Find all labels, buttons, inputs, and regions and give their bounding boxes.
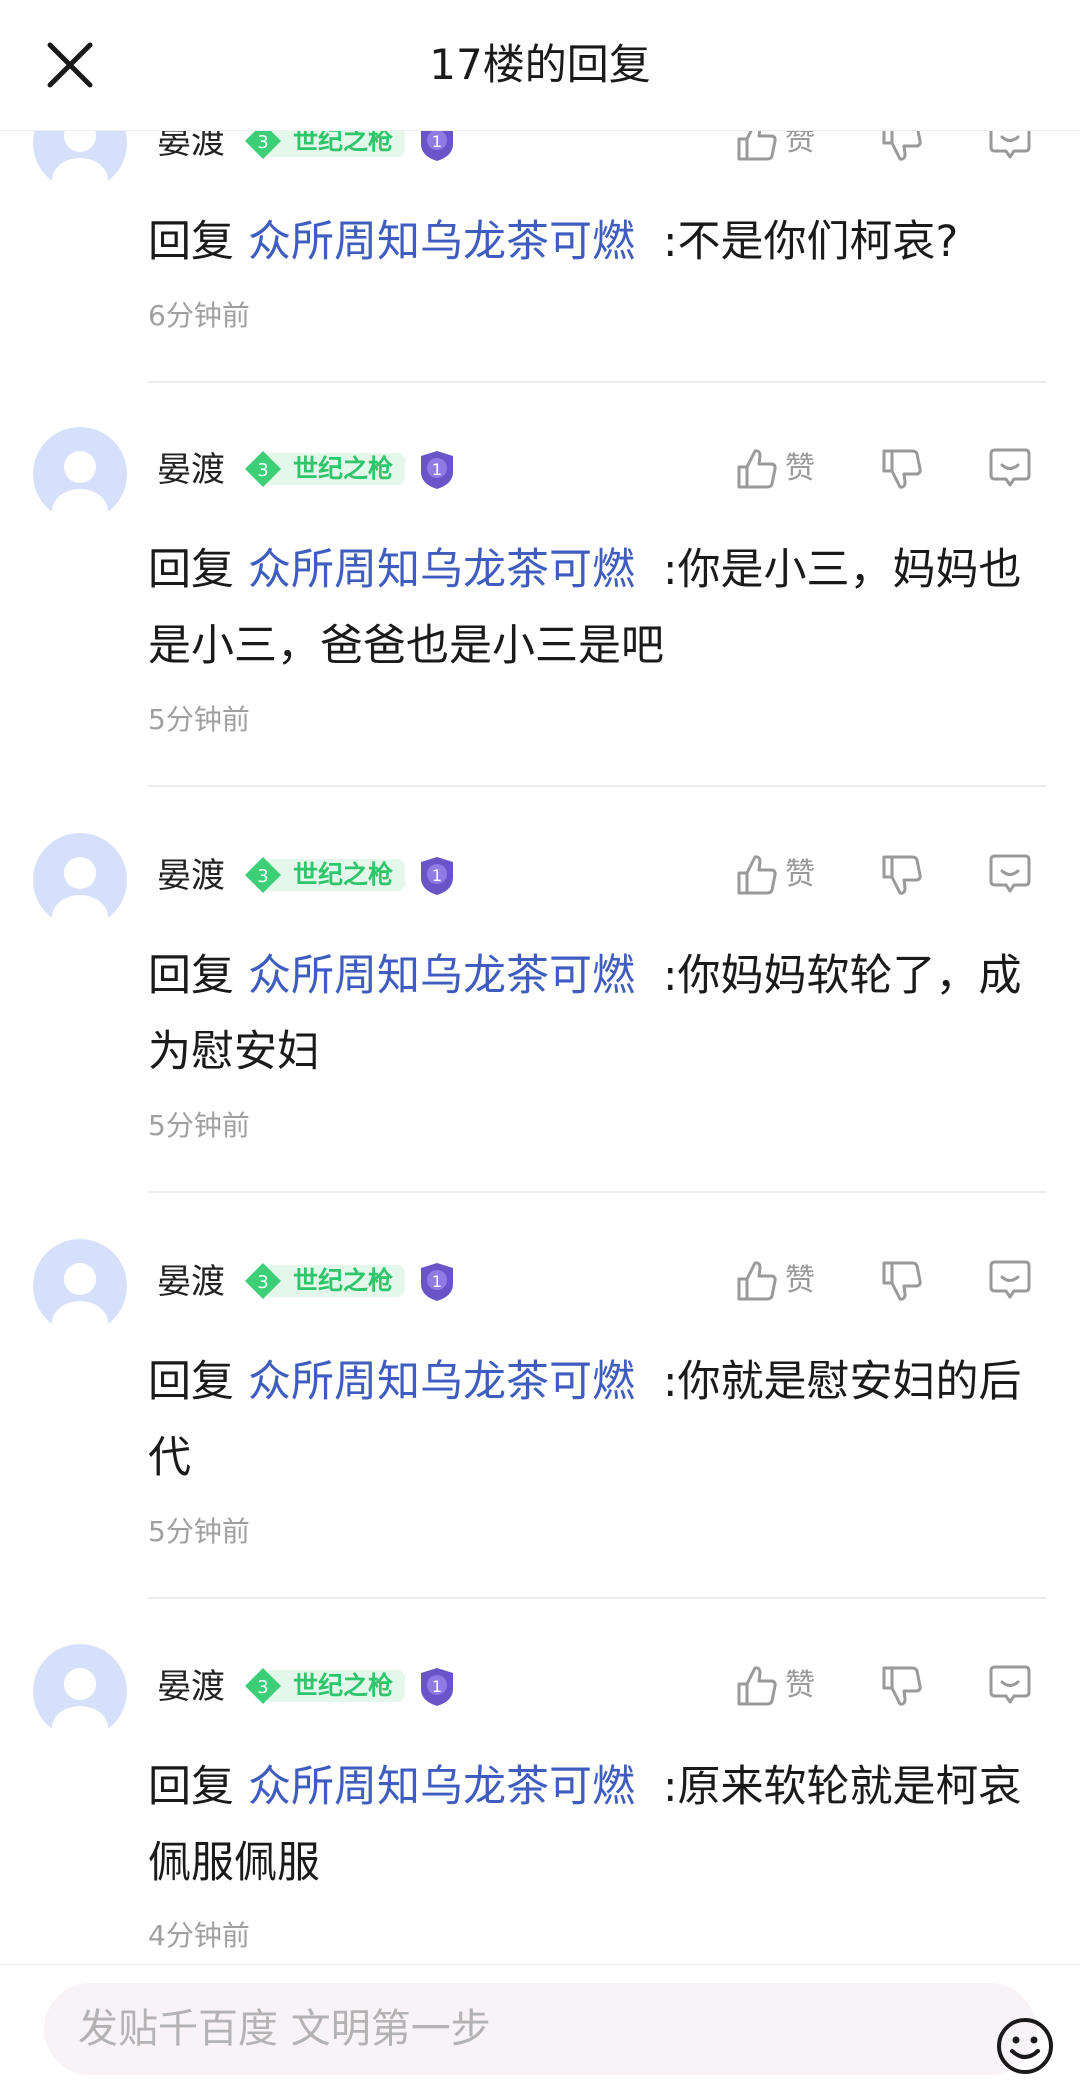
badge-text: 世纪之枪 xyxy=(293,1671,394,1700)
input-placeholder: 发贴千百度 文明第一步 xyxy=(78,2006,491,2052)
like-label: 赞 xyxy=(785,1263,815,1298)
thumbs-down-icon xyxy=(882,1666,922,1706)
timestamp: 5分钟前 xyxy=(148,703,250,736)
reply-item: 晏渡 3 世纪之枪 1 赞 回复 众所周知乌龙茶可燃:你是小三，妈妈也是小三，爸爸… xyxy=(0,405,1080,790)
reply-content: 回复 众所周知乌龙茶可燃:原来软轮就是柯哀佩服佩服 xyxy=(148,1749,1048,1901)
gem-icon: 3 xyxy=(245,451,281,487)
dislike-button[interactable] xyxy=(880,1664,928,1714)
level-badge[interactable]: 3 世纪之枪 xyxy=(243,1263,405,1299)
gem-icon: 3 xyxy=(245,1263,281,1299)
reply-button[interactable] xyxy=(987,445,1037,495)
reply-target-user[interactable]: 众所周知乌龙茶可燃 xyxy=(248,951,635,1001)
reply-item: 晏渡 3 世纪之枪 1 赞 回复 众所周知乌龙茶可燃:原来软轮就是柯哀佩服佩服 4… xyxy=(0,1622,1080,1965)
comment-bubble-icon xyxy=(989,1260,1031,1299)
reply-input[interactable]: 发贴千百度 文明第一步 xyxy=(44,1983,1053,2075)
level-badge[interactable]: 3 世纪之枪 xyxy=(243,857,405,893)
thumbs-up-icon xyxy=(737,1261,777,1301)
smiley-icon xyxy=(997,2018,1053,2074)
svg-text:3: 3 xyxy=(257,866,268,887)
timestamp: 5分钟前 xyxy=(148,1109,250,1142)
timestamp: 4分钟前 xyxy=(148,1919,250,1952)
timestamp: 6分钟前 xyxy=(148,299,250,332)
svg-text:1: 1 xyxy=(432,1677,442,1696)
reply-body: :不是你们柯哀? xyxy=(663,217,959,267)
svg-text:1: 1 xyxy=(432,132,442,151)
thumbs-up-icon xyxy=(737,855,777,895)
reply-content: 回复 众所周知乌龙茶可燃:你就是慰安妇的后代 xyxy=(148,1344,1048,1496)
badge-text: 世纪之枪 xyxy=(293,454,394,483)
gem-icon: 3 xyxy=(245,857,281,893)
thumbs-down-icon xyxy=(882,855,922,895)
divider xyxy=(148,381,1046,383)
divider xyxy=(148,1597,1046,1599)
avatar[interactable] xyxy=(33,833,127,927)
like-button[interactable]: 赞 xyxy=(735,1257,825,1307)
like-label: 赞 xyxy=(785,451,815,486)
divider xyxy=(148,1191,1046,1193)
bottom-input-bar: 发贴千百度 文明第一步 xyxy=(0,1964,1080,2100)
dislike-button[interactable] xyxy=(880,1259,928,1309)
thumbs-up-icon xyxy=(737,1666,777,1706)
reply-prefix: 回复 xyxy=(148,1762,234,1812)
level-badge[interactable]: 3 世纪之枪 xyxy=(243,451,405,487)
comment-bubble-icon xyxy=(989,854,1031,893)
reply-target-user[interactable]: 众所周知乌龙茶可燃 xyxy=(248,545,635,595)
svg-text:3: 3 xyxy=(257,1677,268,1698)
comment-bubble-icon xyxy=(989,1665,1031,1704)
rank-shield-icon: 1 xyxy=(421,857,453,895)
svg-text:1: 1 xyxy=(432,1272,442,1291)
reply-button[interactable] xyxy=(987,1257,1037,1307)
reply-content: 回复 众所周知乌龙茶可燃:你是小三，妈妈也是小三，爸爸也是小三是吧 xyxy=(148,532,1048,684)
reply-prefix: 回复 xyxy=(148,951,234,1001)
like-button[interactable]: 赞 xyxy=(735,445,825,495)
svg-text:3: 3 xyxy=(257,1272,268,1293)
dislike-button[interactable] xyxy=(880,853,928,903)
like-button[interactable]: 赞 xyxy=(735,1662,825,1712)
avatar[interactable] xyxy=(33,1239,127,1333)
username[interactable]: 晏渡 xyxy=(157,1667,225,1707)
thumbs-down-icon xyxy=(882,1261,922,1301)
rank-shield-icon: 1 xyxy=(421,1668,453,1706)
username[interactable]: 晏渡 xyxy=(157,450,225,490)
rank-shield-icon: 1 xyxy=(421,1263,453,1301)
gem-icon: 3 xyxy=(245,1668,281,1704)
reply-list: 晏渡 3 世纪之枪 1 赞 回复 众所周知乌龙茶可燃:不是你们柯哀? 6分钟前 晏… xyxy=(0,0,1080,1965)
emoji-button[interactable] xyxy=(994,2015,1056,2077)
badge-text: 世纪之枪 xyxy=(293,860,394,889)
dislike-button[interactable] xyxy=(880,447,928,497)
rank-shield-icon: 1 xyxy=(421,451,453,489)
reply-prefix: 回复 xyxy=(148,217,234,267)
reply-target-user[interactable]: 众所周知乌龙茶可燃 xyxy=(248,1357,635,1407)
avatar[interactable] xyxy=(33,427,127,521)
reply-prefix: 回复 xyxy=(148,545,234,595)
reply-prefix: 回复 xyxy=(148,1357,234,1407)
reply-content: 回复 众所周知乌龙茶可燃:你妈妈软轮了，成为慰安妇 xyxy=(148,938,1048,1090)
reply-target-user[interactable]: 众所周知乌龙茶可燃 xyxy=(248,217,635,267)
page-title: 17楼的回复 xyxy=(429,40,651,89)
like-label: 赞 xyxy=(785,1668,815,1703)
thumbs-up-icon xyxy=(737,449,777,489)
thumbs-down-icon xyxy=(882,449,922,489)
reply-item: 晏渡 3 世纪之枪 1 赞 回复 众所周知乌龙茶可燃:你妈妈软轮了，成为慰安妇 5… xyxy=(0,811,1080,1196)
reply-button[interactable] xyxy=(987,1662,1037,1712)
username[interactable]: 晏渡 xyxy=(157,1262,225,1302)
divider xyxy=(148,785,1046,787)
badge-text: 世纪之枪 xyxy=(293,1266,394,1295)
svg-text:3: 3 xyxy=(257,460,268,481)
avatar[interactable] xyxy=(33,1644,127,1738)
level-badge[interactable]: 3 世纪之枪 xyxy=(243,1668,405,1704)
like-label: 赞 xyxy=(785,857,815,892)
reply-content: 回复 众所周知乌龙茶可燃 :不是你们柯哀? xyxy=(148,204,1048,280)
username[interactable]: 晏渡 xyxy=(157,856,225,896)
top-bar: 17楼的回复 xyxy=(0,0,1080,131)
reply-button[interactable] xyxy=(987,851,1037,901)
comment-bubble-icon xyxy=(989,448,1031,487)
reply-target-user[interactable]: 众所周知乌龙茶可燃 xyxy=(248,1762,635,1812)
svg-text:1: 1 xyxy=(432,866,442,885)
svg-text:3: 3 xyxy=(257,132,268,153)
like-button[interactable]: 赞 xyxy=(735,851,825,901)
timestamp: 5分钟前 xyxy=(148,1515,250,1548)
reply-item: 晏渡 3 世纪之枪 1 赞 回复 众所周知乌龙茶可燃:你就是慰安妇的后代 5分钟前 xyxy=(0,1217,1080,1602)
svg-text:1: 1 xyxy=(432,460,442,479)
